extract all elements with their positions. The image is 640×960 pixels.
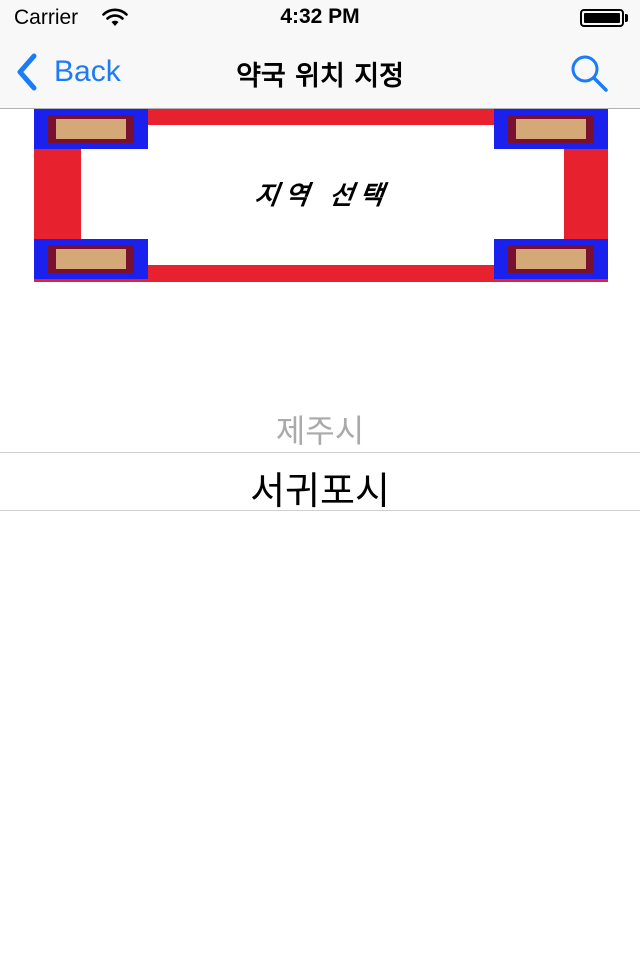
- picker-selection-top-line: [0, 452, 640, 453]
- battery-tip: [625, 14, 628, 22]
- picker-option[interactable]: 제주시: [0, 406, 640, 452]
- status-bar: Carrier 4:32 PM: [0, 0, 640, 40]
- banner-corner-top-right: [494, 109, 608, 149]
- status-time: 4:32 PM: [280, 5, 360, 28]
- region-select-banner: 지역 선택: [34, 109, 608, 282]
- banner-corner-bottom-left: [34, 239, 148, 279]
- picker-selection-bottom-line: [0, 510, 640, 511]
- region-picker[interactable]: 제주시 서귀포시: [0, 390, 640, 530]
- battery-level: [584, 13, 620, 23]
- navigation-bar: Back 약국 위치 지정: [0, 40, 640, 109]
- search-icon[interactable]: [568, 52, 610, 94]
- picker-selected-option[interactable]: 서귀포시: [0, 460, 640, 515]
- page-title: 약국 위치 지정: [236, 61, 404, 92]
- battery-full-icon: [580, 9, 624, 27]
- banner-corner-top-left: [34, 109, 148, 149]
- banner-title: 지역 선택: [252, 181, 392, 211]
- banner-corner-bottom-right: [494, 239, 608, 279]
